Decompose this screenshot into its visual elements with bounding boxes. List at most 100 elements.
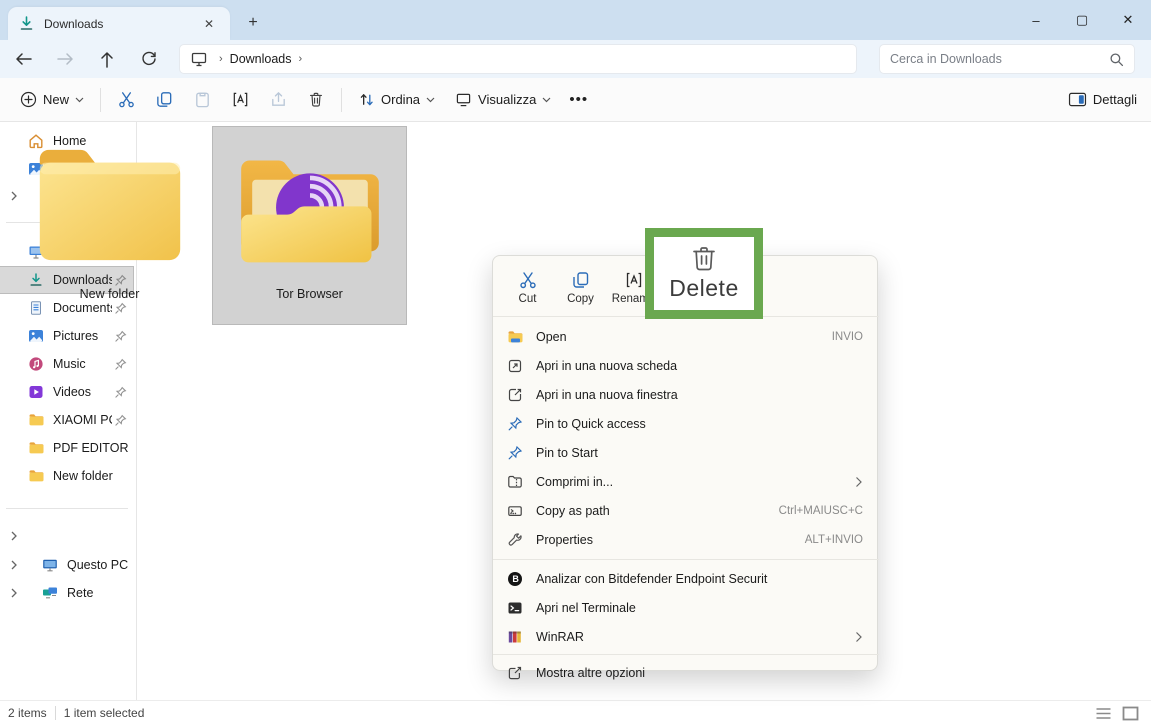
refresh-button[interactable] <box>134 45 164 73</box>
delete-button[interactable] <box>297 84 335 116</box>
menu-item-pin-to-start[interactable]: Pin to Start <box>498 438 874 467</box>
more-options-button[interactable]: ••• <box>561 91 596 108</box>
maximize-button[interactable]: ▢ <box>1059 0 1105 40</box>
menu-item-open-new-window[interactable]: Apri in una nuova finestra <box>498 380 874 409</box>
search-box[interactable] <box>879 44 1135 74</box>
menu-item-compress[interactable]: Comprimi in... <box>498 467 874 496</box>
downloads-icon <box>18 15 35 32</box>
large-icons-view-icon[interactable] <box>1122 706 1139 721</box>
menu-item-label: Pin to Quick access <box>536 417 863 431</box>
menu-item-label: Apri in una nuova finestra <box>536 388 863 402</box>
svg-text:B: B <box>512 574 519 584</box>
file-name: New folder <box>80 287 140 301</box>
back-button[interactable] <box>8 45 38 73</box>
menu-item-label: Open <box>536 330 822 344</box>
file-tile-new-folder[interactable]: New folder <box>13 127 206 324</box>
pin-icon <box>114 358 127 371</box>
sidebar-item-rete[interactable]: Rete <box>0 580 133 606</box>
menu-item-bitdefender-scan[interactable]: B Analizar con Bitdefender Endpoint Secu… <box>498 564 874 593</box>
sidebar-item-music[interactable]: Music <box>0 351 133 377</box>
file-tile-tor-browser[interactable]: Tor Browser <box>213 127 406 324</box>
menu-item-properties[interactable]: Properties ALT+INVIO <box>498 525 874 554</box>
sidebar-item-xiaomi-poco[interactable]: XIAOMI POCO F <box>0 407 133 433</box>
menu-item-label: WinRAR <box>536 630 845 644</box>
breadcrumb-chevron-icon: › <box>219 53 223 65</box>
copy-icon <box>571 270 591 290</box>
open-new-tab-icon <box>507 358 523 374</box>
network-icon <box>42 585 58 601</box>
delete-trash-icon <box>691 245 717 273</box>
menu-shortcut: INVIO <box>832 331 863 343</box>
sort-button-label: Ordina <box>381 92 420 107</box>
menu-separator <box>493 654 879 655</box>
pin-icon <box>507 445 523 461</box>
music-icon <box>28 356 44 372</box>
context-quick-actions: Cut Copy Rename <box>501 262 660 312</box>
view-button[interactable]: Visualizza <box>445 84 561 116</box>
sidebar-item-label: XIAOMI POCO F <box>53 413 112 427</box>
copy-quick-button[interactable]: Copy <box>554 262 607 312</box>
breadcrumb-chevron-icon[interactable]: › <box>299 53 303 65</box>
sidebar-item-pictures[interactable]: Pictures <box>0 323 133 349</box>
delete-annotation-label: Delete <box>669 275 738 302</box>
new-button[interactable]: New <box>10 84 94 116</box>
sidebar-item-label: PDF EDITOR <box>53 441 133 455</box>
expand-chevron-icon[interactable] <box>8 587 20 599</box>
menu-item-open[interactable]: Open INVIO <box>498 322 874 351</box>
items-count: 2 items <box>0 706 55 720</box>
breadcrumb[interactable]: Downloads <box>230 52 292 66</box>
menu-item-label: Pin to Start <box>536 446 863 460</box>
expand-chevron-icon[interactable] <box>8 559 20 571</box>
paste-button[interactable] <box>183 84 221 116</box>
selected-count: 1 item selected <box>56 706 153 720</box>
menu-item-label: Comprimi in... <box>536 475 845 489</box>
this-pc-icon <box>42 557 58 573</box>
open-folder-icon <box>507 329 523 345</box>
rename-button[interactable] <box>221 84 259 116</box>
sidebar-item-videos[interactable]: Videos <box>0 379 133 405</box>
menu-item-pin-quick-access[interactable]: Pin to Quick access <box>498 409 874 438</box>
menu-item-show-more-options[interactable]: Mostra altre opzioni <box>498 658 874 687</box>
new-tab-button[interactable]: + <box>240 10 266 36</box>
search-input[interactable] <box>890 52 1109 66</box>
sort-button[interactable]: Ordina <box>348 84 445 116</box>
sidebar-item-new-folder[interactable]: New folder <box>0 463 133 489</box>
tab-close-icon[interactable]: ✕ <box>198 13 220 35</box>
toolbar-separator <box>100 88 101 112</box>
menu-item-label: Analizar con Bitdefender Endpoint Securi… <box>536 572 863 586</box>
sidebar-expand-chevron-icon[interactable] <box>8 530 20 542</box>
details-view-icon[interactable] <box>1095 706 1112 721</box>
up-button[interactable] <box>92 45 122 73</box>
toolbar-separator <box>341 88 342 112</box>
copy-label: Copy <box>567 293 594 305</box>
this-pc-icon <box>190 50 208 68</box>
winrar-icon <box>507 629 523 645</box>
command-toolbar: New Ordina Visualizza <box>0 78 1151 122</box>
pin-icon <box>507 416 523 432</box>
close-button[interactable]: ✕ <box>1105 0 1151 40</box>
terminal-icon <box>507 600 523 616</box>
cut-button[interactable] <box>107 84 145 116</box>
tab-downloads[interactable]: Downloads ✕ <box>8 7 230 40</box>
videos-icon <box>28 384 44 400</box>
sidebar-item-pdf-editor[interactable]: PDF EDITOR <box>0 435 133 461</box>
share-button[interactable] <box>259 84 297 116</box>
forward-button[interactable] <box>50 45 80 73</box>
sidebar-item-questo-pc[interactable]: Questo PC <box>0 552 133 578</box>
copy-button[interactable] <box>145 84 183 116</box>
pin-icon <box>114 386 127 399</box>
menu-item-winrar[interactable]: WinRAR <box>498 622 874 651</box>
details-pane-button[interactable]: Dettagli <box>1068 92 1137 107</box>
pin-icon <box>114 330 127 343</box>
address-bar[interactable]: › Downloads › <box>179 44 857 74</box>
delete-annotation-box[interactable]: Delete <box>645 228 763 319</box>
menu-item-label: Apri in una nuova scheda <box>536 359 863 373</box>
menu-item-copy-as-path[interactable]: Copy as path Ctrl+MAIUSC+C <box>498 496 874 525</box>
submenu-chevron-icon <box>855 476 863 488</box>
menu-item-open-new-tab[interactable]: Apri in una nuova scheda <box>498 351 874 380</box>
tab-label: Downloads <box>44 17 198 31</box>
cut-quick-button[interactable]: Cut <box>501 262 554 312</box>
minimize-button[interactable]: – <box>1013 0 1059 40</box>
sidebar-item-label: Rete <box>67 586 133 600</box>
menu-item-open-in-terminal[interactable]: Apri nel Terminale <box>498 593 874 622</box>
